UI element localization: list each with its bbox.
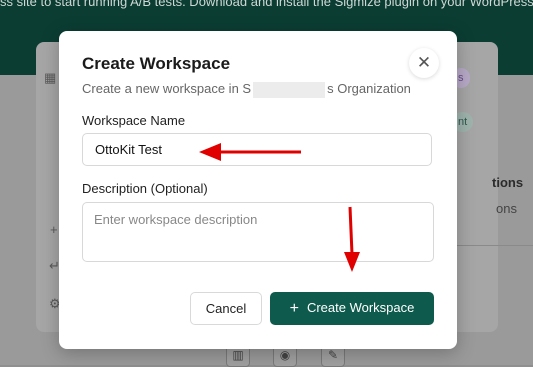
description-label: Description (Optional): [82, 181, 208, 196]
create-workspace-button[interactable]: + Create Workspace: [270, 292, 434, 325]
background-heading: tions: [492, 175, 524, 190]
subtitle-text-end: s Organization: [327, 81, 411, 96]
close-button[interactable]: ✕: [409, 48, 439, 78]
close-icon: ✕: [416, 53, 432, 72]
plus-icon: +: [289, 299, 299, 317]
description-input[interactable]: [82, 202, 434, 262]
subtitle-text-start: Create a new workspace in S: [82, 81, 252, 96]
background-divider: [457, 245, 533, 246]
create-workspace-dialog: Create Workspace Create a new workspace …: [59, 31, 457, 349]
annotation-arrow-left: [199, 143, 301, 161]
plus-icon: +: [50, 222, 58, 237]
workspace-name-label: Workspace Name: [82, 113, 186, 128]
cancel-button[interactable]: Cancel: [190, 292, 262, 325]
dialog-subtitle: Create a new workspace in S s Organizatio…: [82, 81, 411, 98]
annotation-arrow-down: [344, 206, 360, 272]
building-icon: ▦: [44, 70, 57, 85]
background-subtext: ons: [496, 201, 517, 216]
create-workspace-label: Create Workspace: [306, 299, 415, 315]
dialog-title: Create Workspace: [82, 54, 231, 73]
redacted-name: [253, 81, 326, 98]
banner-text: ss site to start running A/B tests. Down…: [0, 0, 533, 9]
